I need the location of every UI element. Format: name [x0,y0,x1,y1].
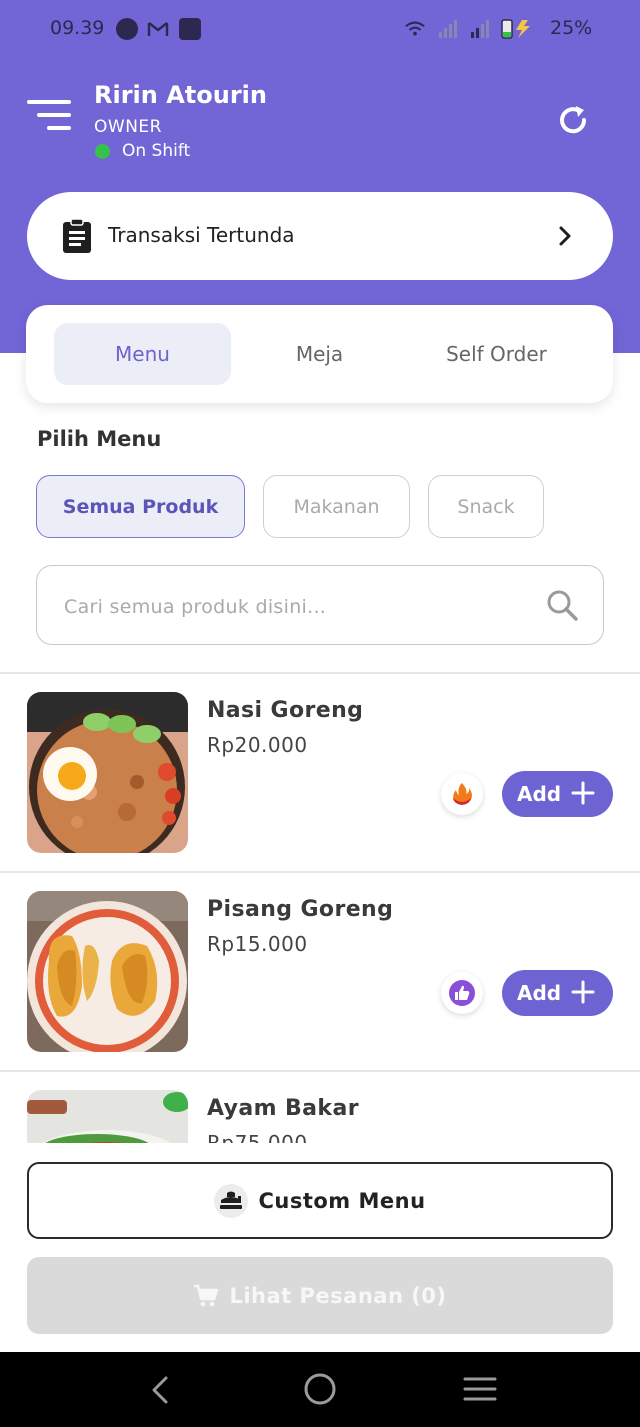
add-button[interactable]: Add [502,771,613,817]
bottom-action-panel: Custom Menu Lihat Pesanan (0) [0,1143,640,1352]
search-placeholder: Cari semua produk disini... [64,596,327,618]
battery-percentage: 25% [550,17,593,39]
pending-transactions-label: Transaksi Tertunda [108,223,295,247]
app-icon [179,18,201,40]
hamburger-menu-icon[interactable] [27,100,71,132]
gmail-icon [147,22,169,36]
custom-menu-button[interactable]: Custom Menu [27,1162,613,1239]
clipboard-icon [63,218,91,253]
status-bar: 09.39 25% [0,0,640,60]
filter-semua-produk[interactable]: Semua Produk [36,475,245,538]
cart-icon [194,1284,219,1306]
section-title: Pilih Menu [37,427,162,451]
product-price: Rp20.000 [207,733,308,757]
back-icon[interactable] [148,1374,172,1406]
chef-icon [214,1183,249,1218]
home-icon[interactable] [303,1372,337,1406]
status-time: 09.39 [50,17,105,39]
system-navigation-bar [0,1352,640,1427]
view-order-label: Lihat Pesanan (0) [229,1283,447,1308]
product-item: Pisang Goreng Rp15.000 Add [0,873,640,1071]
chevron-right-icon [559,226,571,246]
shift-status: On Shift [122,141,191,161]
filter-snack[interactable]: Snack [428,475,544,538]
tab-self-order[interactable]: Self Order [408,323,585,385]
plus-icon [571,980,595,1004]
tab-meja[interactable]: Meja [231,323,408,385]
product-name: Pisang Goreng [207,897,394,922]
navigation-icon [116,18,138,40]
product-name: Ayam Bakar [207,1096,359,1121]
user-name: Ririn Atourin [94,81,267,109]
tab-menu[interactable]: Menu [54,323,231,385]
spicy-icon [441,773,483,815]
shift-status-dot [95,144,110,159]
view-order-button[interactable]: Lihat Pesanan (0) [27,1257,613,1334]
product-price: Rp15.000 [207,932,308,956]
app-screen: 09.39 25% Ririn Atourin OWNER On Shift T… [0,0,640,1427]
refresh-icon[interactable] [555,102,591,138]
thumbs-up-icon [441,972,483,1014]
battery-charging-icon [501,19,530,39]
search-input[interactable]: Cari semua produk disini... [36,565,604,645]
tab-bar: Menu Meja Self Order [26,305,613,403]
signal-icon [439,20,457,38]
signal-icon [471,20,489,38]
add-label: Add [517,782,562,806]
recent-apps-icon[interactable] [462,1375,498,1403]
search-icon[interactable] [545,588,579,622]
custom-menu-label: Custom Menu [258,1188,426,1213]
add-label: Add [517,981,562,1005]
plus-icon [571,781,595,805]
add-button[interactable]: Add [502,970,613,1016]
product-item: Nasi Goreng Rp20.000 Add [0,674,640,872]
product-image [27,891,188,1052]
wifi-icon [405,21,425,36]
product-image [27,692,188,853]
filter-makanan[interactable]: Makanan [263,475,410,538]
pending-transactions-button[interactable]: Transaksi Tertunda [27,192,613,280]
user-role: OWNER [94,117,162,137]
product-name: Nasi Goreng [207,698,364,723]
